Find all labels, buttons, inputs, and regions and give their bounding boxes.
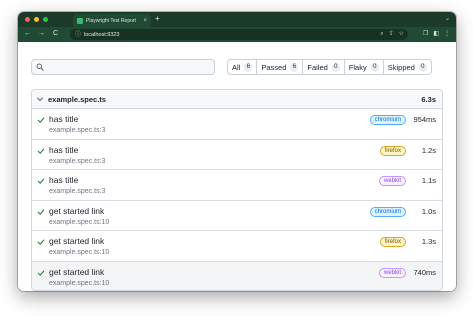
test-row[interactable]: get started link example.spec.ts:10 webk… xyxy=(32,261,442,290)
filter-count: 6 xyxy=(290,62,299,72)
project-badge[interactable]: webkit xyxy=(378,267,406,278)
status-filter-bar: All 6 Passed 6 Failed 0 Flaky 0 Skipped … xyxy=(227,59,432,75)
test-title[interactable]: get started link xyxy=(49,206,104,216)
check-icon xyxy=(37,178,45,184)
side-panel-icon[interactable]: ◧ xyxy=(433,30,439,38)
test-file-section: example.spec.ts 6.3s has title example.s… xyxy=(31,89,443,291)
close-window-button[interactable] xyxy=(25,17,30,22)
filter-count: 6 xyxy=(244,62,253,72)
file-duration: 6.3s xyxy=(421,94,436,104)
traffic-lights xyxy=(25,17,48,22)
filter-count: 0 xyxy=(370,62,379,72)
check-icon xyxy=(37,117,45,123)
tab-close-icon[interactable]: × xyxy=(143,18,147,24)
test-duration: 1.3s xyxy=(421,237,436,246)
tab-title: Playwright Test Report xyxy=(86,17,136,24)
test-location[interactable]: example.spec.ts:3 xyxy=(49,188,105,195)
search-input[interactable] xyxy=(47,61,212,73)
project-badge[interactable]: chromium xyxy=(369,115,406,125)
file-header[interactable]: example.spec.ts 6.3s xyxy=(32,90,442,109)
filter-all[interactable]: All 6 xyxy=(228,60,258,74)
test-title[interactable]: has title xyxy=(49,114,78,124)
browser-menu-icon[interactable]: ⋮ xyxy=(444,30,450,38)
project-badge[interactable]: firefox xyxy=(379,145,406,156)
check-icon xyxy=(37,270,45,276)
tab-strip: Playwright Test Report × + ⌄ xyxy=(18,12,456,27)
test-duration: 954ms xyxy=(413,115,436,124)
test-location[interactable]: example.spec.ts:10 xyxy=(49,249,109,256)
test-location[interactable]: example.spec.ts:10 xyxy=(49,280,109,287)
filter-skipped[interactable]: Skipped 0 xyxy=(384,60,431,74)
filter-label: Failed xyxy=(307,62,328,72)
project-badge[interactable]: chromium xyxy=(369,206,406,217)
omnibox-icons: ⌕ ⇪ ☆ xyxy=(380,31,404,38)
test-location[interactable]: example.spec.ts:3 xyxy=(49,158,105,165)
tab-playwright-report[interactable]: Playwright Test Report × xyxy=(73,14,151,27)
new-tab-button[interactable]: + xyxy=(155,15,160,23)
share-icon[interactable]: ⇪ xyxy=(389,31,394,38)
file-name: example.spec.ts xyxy=(48,94,106,104)
test-title[interactable]: get started link xyxy=(49,236,104,246)
playwright-favicon-icon xyxy=(77,17,83,24)
test-location[interactable]: example.spec.ts:10 xyxy=(49,219,109,226)
maximize-window-button[interactable] xyxy=(43,17,48,22)
test-title[interactable]: has title xyxy=(49,145,78,155)
back-button[interactable]: ← xyxy=(24,29,31,39)
check-icon xyxy=(37,239,45,245)
chevron-down-icon[interactable] xyxy=(36,95,44,103)
browser-window: Playwright Test Report × + ⌄ ← → C ⓘ loc… xyxy=(18,12,456,291)
toolbar-icons: ❒ ◧ ⋮ xyxy=(423,30,450,38)
address-bar[interactable]: ⓘ localhost:9323 ⌕ ⇪ ☆ xyxy=(70,29,408,40)
test-row[interactable]: get started link example.spec.ts:10 chro… xyxy=(32,200,442,231)
site-info-icon[interactable]: ⓘ xyxy=(75,32,81,38)
minimize-window-button[interactable] xyxy=(34,17,39,22)
test-row[interactable]: get started link example.spec.ts:10 fire… xyxy=(32,231,442,262)
check-icon xyxy=(37,148,45,154)
test-duration: 740ms xyxy=(413,267,436,277)
filter-label: Passed xyxy=(261,62,287,72)
filter-failed[interactable]: Failed 0 xyxy=(303,60,345,74)
search-box[interactable] xyxy=(31,59,215,75)
bookmark-star-icon[interactable]: ☆ xyxy=(399,31,404,38)
test-duration: 1.1s xyxy=(421,176,436,185)
zoom-icon[interactable]: ⌕ xyxy=(380,31,383,38)
project-badge[interactable]: webkit xyxy=(378,176,406,186)
url-text[interactable]: localhost:9323 xyxy=(84,32,119,38)
filter-flaky[interactable]: Flaky 0 xyxy=(345,60,384,74)
test-title[interactable]: get started link xyxy=(49,267,104,277)
test-location[interactable]: example.spec.ts:3 xyxy=(49,127,105,134)
test-duration: 1.0s xyxy=(421,206,436,216)
tab-search-icon[interactable]: ⌄ xyxy=(445,16,450,22)
reload-button[interactable]: C xyxy=(53,29,58,39)
filter-label: All xyxy=(232,62,241,72)
extensions-icon[interactable]: ❒ xyxy=(423,30,428,38)
filter-label: Flaky xyxy=(348,62,367,72)
filter-count: 0 xyxy=(418,62,427,72)
report-page: All 6 Passed 6 Failed 0 Flaky 0 Skipped … xyxy=(18,42,456,291)
filter-label: Skipped xyxy=(387,62,415,72)
check-icon xyxy=(37,209,45,215)
test-title[interactable]: has title xyxy=(49,175,78,185)
search-icon xyxy=(36,63,44,71)
forward-button[interactable]: → xyxy=(38,29,45,39)
project-badge[interactable]: firefox xyxy=(379,237,406,247)
test-row[interactable]: has title example.spec.ts:3 firefox 1.2s xyxy=(32,139,442,170)
filter-passed[interactable]: Passed 6 xyxy=(257,60,304,74)
test-row[interactable]: has title example.spec.ts:3 webkit 1.1s xyxy=(32,170,442,201)
test-duration: 1.2s xyxy=(421,145,436,155)
address-toolbar: ← → C ⓘ localhost:9323 ⌕ ⇪ ☆ ❒ ◧ ⋮ xyxy=(18,27,456,42)
test-row[interactable]: has title example.spec.ts:3 chromium 954… xyxy=(32,109,442,140)
filter-count: 0 xyxy=(331,62,340,72)
